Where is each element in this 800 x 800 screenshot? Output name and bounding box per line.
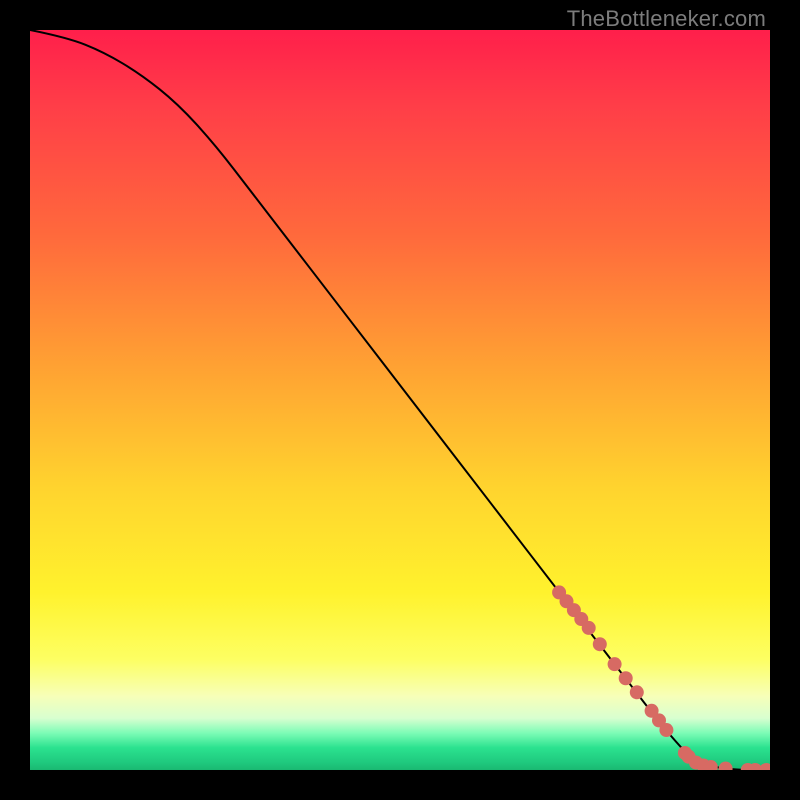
marker-dot xyxy=(619,671,633,685)
marker-dot xyxy=(630,685,644,699)
watermark-text: TheBottleneker.com xyxy=(567,6,766,32)
marker-dot xyxy=(582,621,596,635)
plot-area xyxy=(30,30,770,770)
marker-dot xyxy=(593,637,607,651)
markers-group xyxy=(552,585,770,770)
marker-dot xyxy=(759,763,770,770)
chart-stage: TheBottleneker.com xyxy=(0,0,800,800)
marker-dot xyxy=(719,762,733,770)
chart-svg xyxy=(30,30,770,770)
marker-dot xyxy=(659,723,673,737)
marker-dot xyxy=(608,657,622,671)
curve-line xyxy=(30,30,770,770)
